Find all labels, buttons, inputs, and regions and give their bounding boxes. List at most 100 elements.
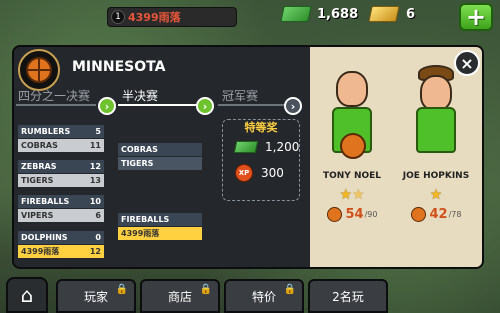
player-rating: 42 /78	[396, 207, 476, 222]
tournament-panel: MINNESOTA 四分之一决赛 › 半决赛 › 冠军赛 › RUMBLERS 5…	[12, 45, 484, 269]
top-bar: 1 4399雨落 1,688 6 +	[0, 0, 500, 34]
score-label: 12	[89, 247, 101, 256]
xp-icon: XP	[235, 164, 253, 182]
basketball-icon	[340, 133, 366, 159]
tab-deals[interactable]: 特价 🔒	[224, 279, 304, 313]
match-row: TIGERS 13	[18, 174, 104, 187]
gold-value: 6	[406, 6, 416, 22]
team-label: TIGERS	[21, 176, 54, 185]
score-label: 10	[89, 197, 101, 206]
star-rating: ★	[429, 187, 443, 203]
tab-label: 2名玩	[332, 289, 364, 304]
gold-counter: 6	[368, 6, 416, 22]
score-label: 11	[89, 141, 101, 150]
team-label: COBRAS	[121, 145, 158, 154]
home-button[interactable]: ⌂	[6, 277, 48, 313]
add-currency-button[interactable]: +	[459, 3, 493, 31]
team-label: FIREBALLS	[21, 197, 70, 206]
tab-shop[interactable]: 商店 🔒	[140, 279, 220, 313]
tab-two-players[interactable]: 2名玩	[308, 279, 388, 313]
lock-icon: 🔒	[199, 284, 212, 295]
lock-icon: 🔒	[283, 284, 296, 295]
player-head	[420, 75, 452, 111]
player-name: JOE HOPKINS	[402, 171, 470, 181]
chevron-right-icon[interactable]: ›	[98, 97, 116, 115]
match-row: TIGERS	[118, 157, 202, 170]
tab-semifinal-underline	[118, 104, 204, 106]
team-label: TIGERS	[121, 159, 154, 168]
team-label: DOLPHINS	[21, 233, 68, 242]
chevron-right-icon[interactable]: ›	[284, 97, 302, 115]
chevron-right-icon[interactable]: ›	[196, 97, 214, 115]
tab-final[interactable]: 冠军赛	[222, 87, 258, 104]
player-card: JOE HOPKINS ★ 42 /78	[396, 57, 476, 257]
player-name: 4399雨落	[128, 11, 181, 24]
player-name: TONY NOEL	[322, 171, 382, 181]
quarterfinal-match: DOLPHINS 0 4399雨落 12	[18, 231, 104, 259]
prize-xp: XP 300	[235, 164, 284, 182]
opponent-section: TONY NOEL ★★ 54 /90 JOE HOPKINS ★ 42 /78	[310, 47, 482, 267]
cash-icon	[233, 141, 259, 153]
player-avatar	[326, 63, 378, 167]
quarterfinal-match: FIREBALLS 10 VIPERS 6	[18, 195, 104, 223]
player-rating: 54 /90	[312, 207, 392, 222]
cash-icon	[280, 6, 312, 22]
rating-max: /90	[364, 210, 378, 219]
gold-bar-icon	[368, 6, 400, 22]
team-label: FIREBALLS	[121, 215, 170, 224]
tab-label: 商店	[167, 289, 192, 304]
prize-cash-value: 1,200	[265, 140, 300, 154]
match-row: VIPERS 6	[18, 209, 104, 222]
score-label: 6	[95, 211, 101, 220]
team-logo	[18, 49, 60, 91]
prize-xp-value: 300	[261, 166, 284, 180]
rating-value: 54	[345, 207, 364, 222]
match-row: COBRAS	[118, 143, 202, 156]
match-row: FIREBALLS 10	[18, 195, 104, 208]
score-label: 13	[89, 176, 101, 185]
basketball-icon	[26, 57, 52, 83]
cash-counter: 1,688	[280, 6, 358, 22]
team-label: 4399雨落	[21, 247, 60, 256]
team-label: VIPERS	[21, 211, 54, 220]
tab-final-underline	[218, 104, 288, 106]
score-label: 5	[95, 127, 101, 136]
tab-quarterfinal-underline	[16, 104, 96, 106]
team-label: COBRAS	[21, 141, 58, 150]
score-label: 0	[95, 233, 101, 242]
bracket-section: MINNESOTA 四分之一决赛 › 半决赛 › 冠军赛 › RUMBLERS 5…	[14, 47, 310, 267]
team-name: MINNESOTA	[72, 59, 166, 75]
match-row: FIREBALLS	[118, 213, 202, 226]
quarterfinal-match: RUMBLERS 5 COBRAS 11	[18, 125, 104, 153]
lock-icon: 🔒	[115, 284, 128, 295]
close-button[interactable]: ×	[454, 50, 480, 76]
bottom-nav: ⌂ 玩家 🔒 商店 🔒 特价 🔒 2名玩	[0, 273, 500, 313]
player-level-badge: 1	[111, 10, 125, 24]
match-row-player: 4399雨落	[118, 227, 202, 240]
tab-semifinal[interactable]: 半决赛	[122, 87, 158, 104]
match-row: RUMBLERS 5	[18, 125, 104, 138]
match-row-player: 4399雨落 12	[18, 245, 104, 258]
match-row: ZEBRAS 12	[18, 160, 104, 173]
player-profile-pill[interactable]: 1 4399雨落	[107, 7, 237, 27]
tab-label: 玩家	[83, 289, 108, 304]
prize-title: 特等奖	[244, 121, 278, 134]
tab-label: 特价	[251, 289, 276, 304]
rating-value: 42	[429, 207, 448, 222]
semifinal-match: FIREBALLS 4399雨落	[118, 213, 202, 241]
team-label: ZEBRAS	[21, 162, 57, 171]
star-rating: ★★	[339, 187, 365, 203]
player-jersey	[416, 107, 456, 153]
basketball-icon	[326, 207, 342, 222]
rating-max: /78	[448, 210, 462, 219]
tab-quarterfinal[interactable]: 四分之一决赛	[18, 87, 90, 104]
team-label: RUMBLERS	[21, 127, 71, 136]
player-card: TONY NOEL ★★ 54 /90	[312, 57, 392, 257]
prize-box: 特等奖 1,200 XP 300	[222, 119, 300, 201]
prize-cash: 1,200	[233, 140, 300, 154]
match-row: COBRAS 11	[18, 139, 104, 152]
score-label: 12	[89, 162, 101, 171]
team-label: 4399雨落	[121, 229, 160, 238]
semifinal-match: COBRAS TIGERS	[118, 143, 202, 171]
tab-players[interactable]: 玩家 🔒	[56, 279, 136, 313]
